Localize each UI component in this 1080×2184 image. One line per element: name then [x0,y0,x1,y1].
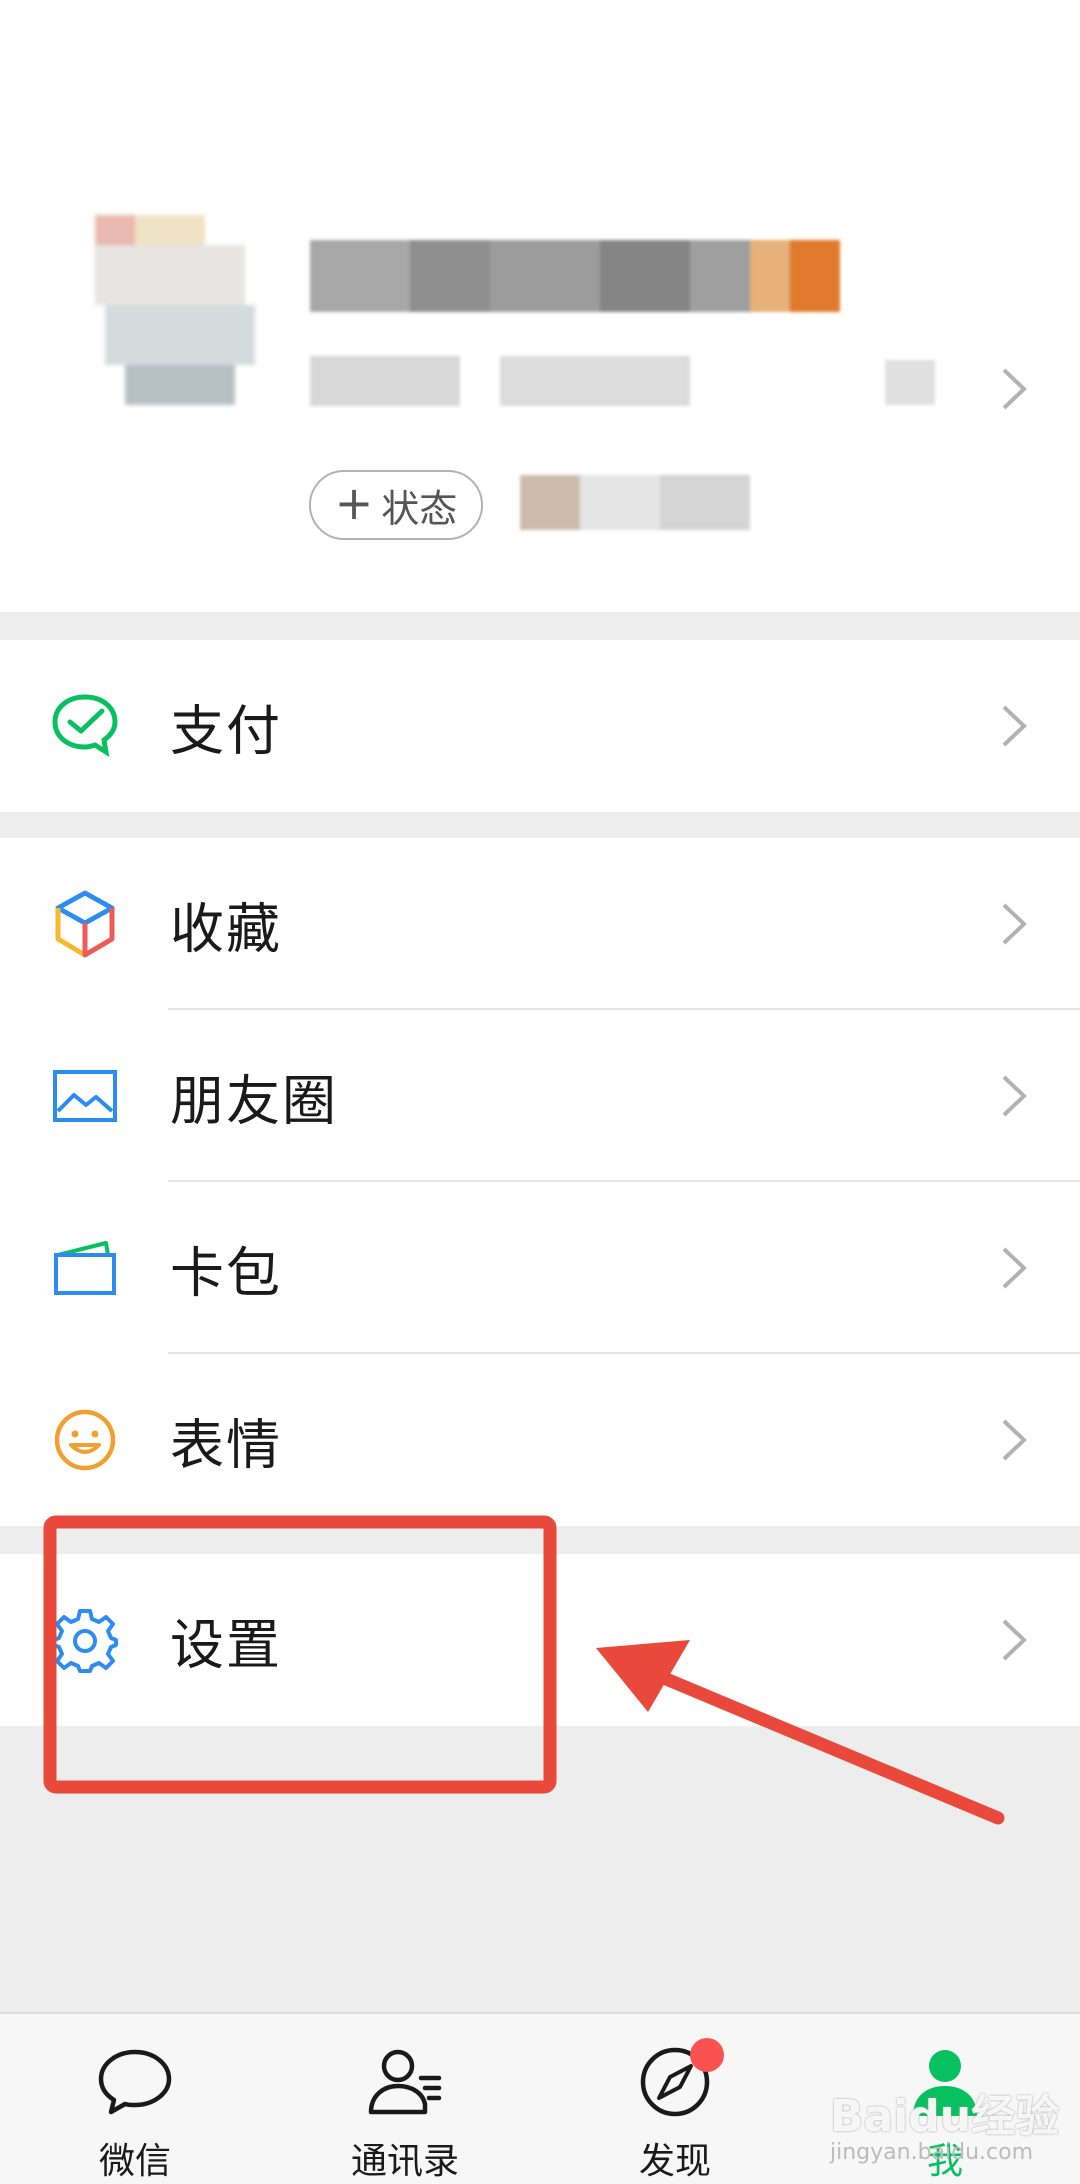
wechat-id-blurred [310,356,690,406]
menu-item-label: 卡包 [170,1241,282,1305]
add-status-button[interactable]: + 状态 [309,470,483,540]
menu-item-settings[interactable]: 设置 [0,1554,1080,1726]
favorites-cube-icon [55,890,115,958]
chat-bubble-icon [98,2049,172,2115]
tab-contacts[interactable]: 通讯录 [270,2014,540,2184]
profile-header[interactable]: + 状态 [0,0,1080,612]
tab-discover[interactable]: 发现 [540,2014,810,2184]
chevron-right-icon [1002,368,1027,410]
chevron-right-icon [1002,1619,1027,1661]
chevron-right-icon [1002,1419,1027,1461]
menu-item-label: 设置 [170,1613,282,1677]
watermark-brand: Baidu经验 [830,2091,1060,2142]
menu-item-pay[interactable]: 支付 [0,640,1080,812]
qr-code-blurred[interactable] [885,360,935,405]
tab-chats[interactable]: 微信 [0,2014,270,2184]
watermark: Baidu经验 jingyan.baidu.com [830,2080,1059,2165]
chevron-right-icon [1002,1247,1027,1289]
menu-item-moments[interactable]: 朋友圈 [0,1010,1080,1182]
friend-status-blurred [520,475,760,530]
smiley-face-icon [54,1409,116,1471]
menu-item-stickers[interactable]: 表情 [0,1354,1080,1526]
menu-item-label: 朋友圈 [170,1069,338,1133]
status-label: 状态 [381,486,458,531]
pay-icon [52,694,118,758]
menu-item-label: 表情 [170,1413,282,1477]
watermark-url: jingyan.baidu.com [830,2140,1034,2165]
chevron-right-icon [1002,903,1027,945]
nickname-blurred [310,240,840,312]
menu-item-favorites[interactable]: 收藏 [0,838,1080,1010]
tab-label: 通讯录 [350,2141,459,2182]
chevron-right-icon [1002,1075,1027,1117]
plus-icon: + [334,476,374,530]
tab-label: 发现 [638,2141,711,2182]
notification-dot [690,2038,724,2072]
menu-item-label: 支付 [170,699,282,763]
contacts-person-icon [368,2049,442,2115]
card-wallet-icon [54,1241,116,1295]
menu-item-cards[interactable]: 卡包 [0,1182,1080,1354]
moments-picture-icon [53,1070,117,1122]
tab-label: 微信 [98,2141,171,2182]
gear-icon [52,1609,118,1673]
menu-item-label: 收藏 [170,897,282,961]
avatar[interactable] [95,215,265,415]
chevron-right-icon [1002,705,1027,747]
